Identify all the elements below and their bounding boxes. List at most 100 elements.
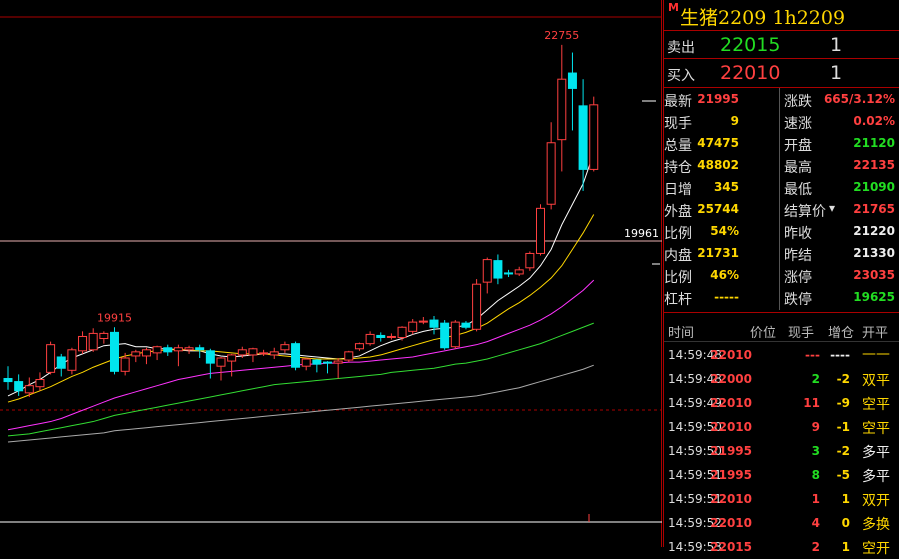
candle-down (376, 334, 386, 339)
tick-price: 22010 (710, 396, 752, 410)
stat-label: 杠杆 (664, 292, 692, 308)
stat-label: 持仓 (664, 160, 692, 176)
instrument-title[interactable]: 生猪2209 1h2209 (680, 3, 845, 30)
candle-up (472, 283, 482, 330)
tick-row[interactable]: 14:59:49 22010 11 -9 空平 (664, 391, 899, 415)
moving-average-line (7, 279, 595, 431)
candle-down (567, 72, 577, 89)
stat-row-right: 昨收 21220 (784, 221, 895, 243)
candle-down (578, 105, 588, 170)
stat-value: ----- (714, 290, 739, 304)
candle-up (46, 344, 56, 373)
chevron-down-icon[interactable]: ▾ (829, 201, 835, 215)
stat-row-left: 杠杆 ----- (664, 287, 739, 309)
candle-down (312, 359, 322, 365)
candle-up (386, 335, 396, 338)
stat-row-right: 涨停 23035 (784, 265, 895, 287)
candle-up (152, 346, 162, 354)
stat-row-right: 最低 21090 (784, 177, 895, 199)
tick-oi-change: 0 (841, 516, 850, 530)
candle-down (461, 322, 471, 328)
tick-price: 22000 (710, 372, 752, 386)
tick-row[interactable]: 14:59:51 21995 8 -5 多平 (664, 463, 899, 487)
stat-value: 21220 (853, 224, 895, 238)
candle-down (14, 381, 24, 392)
tick-row[interactable]: 14:59:52 22010 4 0 多换 (664, 511, 899, 535)
candle-up (536, 207, 545, 254)
candle-down (163, 347, 173, 353)
tick-volume: 8 (811, 468, 820, 482)
tick-type: 多平 (862, 445, 890, 461)
tick-row[interactable]: 14:59:48 22000 2 -2 双平 (664, 367, 899, 391)
tick-row[interactable]: 14:59:48 22010 --- ---- —— (664, 343, 899, 367)
stat-row-right: 昨结 21330 (784, 243, 895, 265)
stat-row-right: 速涨 0.02% (784, 111, 895, 133)
stat-label: 现手 (664, 116, 692, 132)
stat-row-right: 涨跌 665/3.12% (784, 89, 895, 111)
candle-up (78, 335, 88, 352)
stat-row-left: 总量 47475 (664, 133, 739, 155)
tick-price: 22010 (710, 516, 752, 530)
moving-average-line (7, 214, 595, 403)
tick-type: 空开 (862, 541, 890, 557)
tick-volume: 4 (811, 516, 820, 530)
stat-label: 涨停 (784, 270, 812, 286)
stat-row-left: 比例 54% (664, 221, 739, 243)
candle-down (110, 331, 119, 372)
candle-up (525, 252, 535, 269)
candle-up (259, 352, 269, 355)
tick-row[interactable]: 14:59:50 21995 3 -2 多平 (664, 439, 899, 463)
tick-type: 多平 (862, 469, 890, 485)
stat-row-left: 内盘 21731 (664, 243, 739, 265)
candle-down (440, 322, 450, 349)
candle-up (227, 354, 237, 362)
stat-value: 345 (713, 180, 739, 194)
stat-value: 19625 (853, 290, 895, 304)
tick-price: 22010 (710, 492, 752, 506)
tick-oi-change: -1 (836, 420, 850, 434)
candle-up (365, 333, 375, 345)
candle-up (397, 326, 407, 338)
high-price-label: 22755 (544, 29, 579, 42)
stat-row-right: 最高 22135 (784, 155, 895, 177)
stat-value: 21090 (853, 180, 895, 194)
tick-row[interactable]: 14:59:51 22010 1 1 双开 (664, 487, 899, 511)
ask-row[interactable]: 卖出 22015 1 (664, 31, 899, 58)
tick-type: 双开 (862, 493, 890, 509)
candlestick-chart[interactable]: 22755 19915 19961 (0, 0, 662, 547)
candle-up (184, 347, 194, 351)
stat-row-right: 开盘 21120 (784, 133, 895, 155)
tick-volume: 1 (811, 492, 820, 506)
tick-row[interactable]: 14:59:53 22015 2 1 空开 (664, 535, 899, 559)
stat-label: 日增 (664, 182, 692, 198)
tick-volume: --- (805, 348, 820, 362)
stat-label: 跌停 (784, 292, 812, 308)
stat-label: 比例 (664, 226, 692, 242)
col-vol-header: 现手 (788, 326, 815, 341)
tick-oi-change: ---- (830, 348, 850, 362)
stat-row-left: 比例 46% (664, 265, 739, 287)
low-price-label: 19915 (97, 311, 132, 324)
stat-label: 外盘 (664, 204, 692, 220)
candle-down (56, 356, 66, 369)
stat-value: 21995 (697, 92, 739, 106)
tick-volume: 2 (811, 540, 820, 554)
ask-price: 22015 (720, 34, 781, 56)
tick-oi-change: -2 (836, 444, 850, 458)
divider (664, 87, 899, 88)
candle-down (493, 260, 503, 279)
candle-up (450, 321, 460, 348)
candle-down (205, 350, 215, 364)
stat-label: 最高 (784, 160, 812, 176)
moving-average-lines (7, 152, 595, 443)
tick-oi-change: 1 (841, 540, 850, 554)
tick-row[interactable]: 14:59:50 22010 9 -1 空平 (664, 415, 899, 439)
stat-value: 47475 (697, 136, 739, 150)
bid-row[interactable]: 买入 22010 1 (664, 59, 899, 86)
candle-up (141, 349, 151, 357)
col-chg-header: 增仓 (828, 326, 855, 341)
candle-up (24, 385, 34, 394)
candle-down (504, 272, 514, 275)
stat-row-left: 持仓 48802 (664, 155, 739, 177)
candle-up (216, 357, 226, 367)
